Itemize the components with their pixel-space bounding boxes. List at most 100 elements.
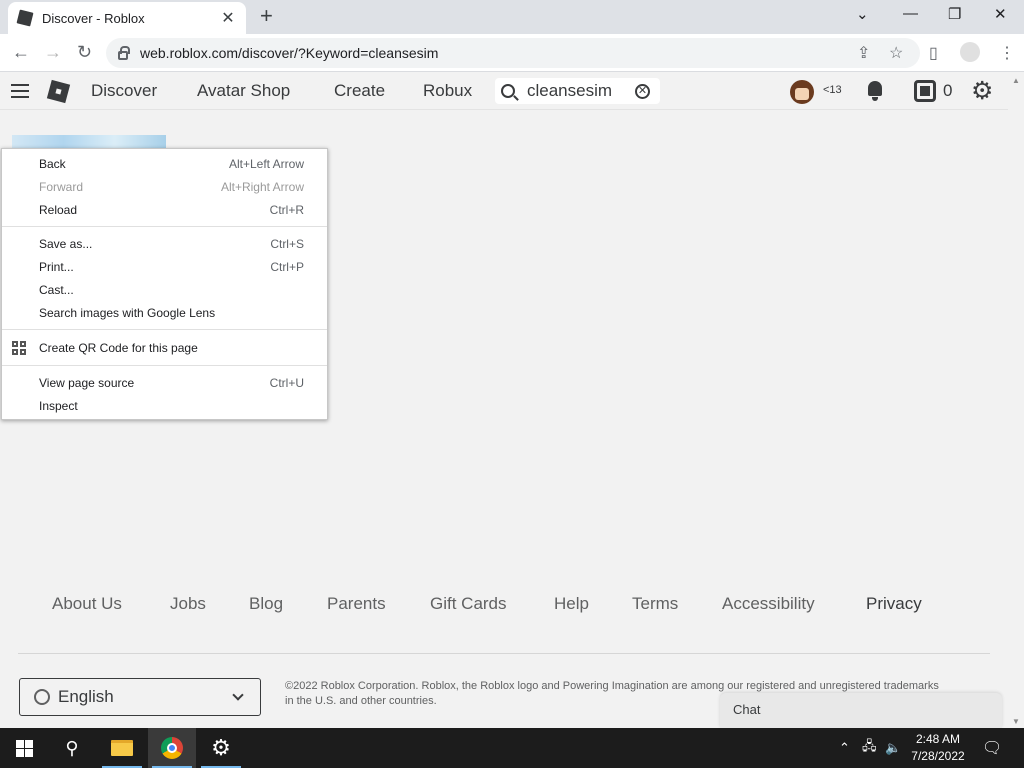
- menu-item-forward[interactable]: Forward Alt+Right Arrow: [2, 176, 327, 198]
- nav-discover[interactable]: Discover: [91, 81, 157, 101]
- avatar[interactable]: [790, 80, 814, 104]
- footer-link-blog[interactable]: Blog: [249, 594, 283, 614]
- windows-logo-icon: [15, 739, 33, 757]
- globe-icon: [34, 689, 50, 705]
- side-panel-icon[interactable]: ▯: [929, 43, 938, 63]
- file-explorer-icon[interactable]: [98, 728, 146, 768]
- menu-item-qr-code[interactable]: Create QR Code for this page: [2, 337, 327, 359]
- url-text: web.roblox.com/discover/?Keyword=cleanse…: [140, 45, 439, 61]
- footer-link-parents[interactable]: Parents: [327, 594, 386, 614]
- start-button[interactable]: [0, 728, 48, 768]
- windows-taskbar: ⚲ ⚙ ⌃ 🖧 🔈 2:48 AM 7/28/2022 🗨: [0, 728, 1024, 768]
- restore-button[interactable]: ❐: [948, 5, 961, 23]
- browser-menu-icon[interactable]: ⋮: [999, 43, 1015, 63]
- volume-icon[interactable]: 🔈: [885, 728, 901, 768]
- footer-link-privacy[interactable]: Privacy: [866, 594, 922, 614]
- address-bar[interactable]: web.roblox.com/discover/?Keyword=cleanse…: [106, 38, 920, 68]
- robux-count: 0: [943, 81, 953, 100]
- nav-robux[interactable]: Robux: [423, 81, 472, 101]
- page-scrollbar[interactable]: ▲ ▼: [1008, 72, 1024, 728]
- menu-item-label: View page source: [39, 376, 135, 390]
- share-icon[interactable]: ⇪: [857, 43, 870, 63]
- forward-arrow-icon[interactable]: →: [44, 42, 62, 62]
- search-input[interactable]: [527, 81, 635, 101]
- search-taskbar-icon[interactable]: ⚲: [48, 728, 96, 768]
- menu-item-label: Search images with Google Lens: [39, 306, 216, 320]
- menu-item-label: Print...: [39, 260, 74, 274]
- robux-icon[interactable]: [914, 80, 936, 102]
- menu-item-shortcut: Ctrl+U: [269, 376, 304, 390]
- menu-item-cast[interactable]: Cast...: [2, 279, 327, 301]
- menu-item-shortcut: Ctrl+S: [270, 237, 304, 251]
- menu-item-label: Forward: [39, 180, 84, 194]
- search-box: ✕: [495, 78, 660, 104]
- minimize-button[interactable]: —: [903, 5, 918, 22]
- close-window-button[interactable]: ✕: [994, 5, 1007, 23]
- menu-item-label: Back: [39, 157, 66, 171]
- roblox-logo-icon[interactable]: [46, 79, 71, 104]
- tab-search-chevron-icon[interactable]: ⌄: [856, 5, 869, 23]
- scroll-up-icon[interactable]: ▲: [1012, 76, 1020, 85]
- settings-taskbar-icon[interactable]: ⚙: [197, 728, 245, 768]
- footer-link-help[interactable]: Help: [554, 594, 589, 614]
- system-clock[interactable]: 2:48 AM 7/28/2022: [900, 731, 976, 765]
- notification-center-icon[interactable]: 🗨: [982, 728, 1002, 768]
- reload-icon[interactable]: ↻: [77, 42, 92, 62]
- network-icon[interactable]: 🖧: [862, 728, 877, 768]
- menu-item-reload[interactable]: Reload Ctrl+R: [2, 199, 327, 221]
- menu-item-shortcut: Alt+Left Arrow: [228, 157, 304, 171]
- footer-link-gift-cards[interactable]: Gift Cards: [430, 594, 507, 614]
- footer-divider: [18, 653, 990, 654]
- nav-create[interactable]: Create: [334, 81, 385, 101]
- roblox-header: Discover Avatar Shop Create Robux ✕ <13 …: [0, 72, 1024, 110]
- menu-item-label: Cast...: [39, 283, 74, 297]
- menu-item-shortcut: Ctrl+R: [269, 203, 304, 217]
- footer-link-accessibility[interactable]: Accessibility: [722, 594, 815, 614]
- scroll-down-icon[interactable]: ▼: [1012, 717, 1020, 726]
- notification-bell-icon[interactable]: [866, 81, 884, 101]
- qr-code-icon: [12, 341, 26, 355]
- chat-label: Chat: [733, 702, 761, 717]
- context-menu: Back Alt+Left Arrow Forward Alt+Right Ar…: [1, 148, 328, 420]
- browser-tab[interactable]: Discover - Roblox ✕: [8, 2, 246, 34]
- menu-item-shortcut: Alt+Right Arrow: [220, 180, 304, 194]
- menu-item-label: Reload: [39, 203, 78, 217]
- menu-item-label: Create QR Code for this page: [39, 341, 198, 355]
- menu-separator: [2, 226, 327, 227]
- browser-toolbar: ← → ↻ web.roblox.com/discover/?Keyword=c…: [0, 34, 1024, 72]
- menu-separator: [2, 329, 327, 330]
- menu-item-print[interactable]: Print... Ctrl+P: [2, 256, 327, 278]
- menu-item-save-as[interactable]: Save as... Ctrl+S: [2, 233, 327, 255]
- bookmark-star-icon[interactable]: ☆: [889, 43, 903, 63]
- chevron-down-icon: [232, 689, 244, 701]
- menu-item-back[interactable]: Back Alt+Left Arrow: [2, 153, 327, 175]
- clear-search-icon[interactable]: ✕: [635, 83, 650, 99]
- footer-link-terms[interactable]: Terms: [632, 594, 678, 614]
- menu-item-label: Save as...: [39, 237, 93, 251]
- new-tab-button[interactable]: +: [260, 5, 273, 27]
- clock-date: 7/28/2022: [911, 749, 965, 763]
- profile-icon[interactable]: [960, 42, 980, 62]
- search-icon[interactable]: [501, 84, 515, 98]
- lock-icon: [118, 45, 130, 60]
- hamburger-menu-icon[interactable]: [11, 84, 29, 98]
- menu-item-view-source[interactable]: View page source Ctrl+U: [2, 372, 327, 394]
- menu-item-label: Inspect: [39, 399, 78, 413]
- close-tab-icon[interactable]: ✕: [220, 8, 236, 28]
- browser-tab-strip: Discover - Roblox ✕ + ⌄ — ❐ ✕: [0, 0, 1024, 34]
- menu-item-inspect[interactable]: Inspect: [2, 395, 327, 417]
- back-arrow-icon[interactable]: ←: [12, 42, 30, 62]
- tray-chevron-icon[interactable]: ⌃: [839, 728, 850, 768]
- menu-item-google-lens[interactable]: Search images with Google Lens: [2, 302, 327, 324]
- language-value: English: [58, 687, 114, 706]
- language-select[interactable]: English: [19, 678, 261, 716]
- footer-link-about-us[interactable]: About Us: [52, 594, 122, 614]
- chrome-taskbar-icon[interactable]: [148, 728, 196, 768]
- clock-time: 2:48 AM: [915, 732, 961, 746]
- chat-panel[interactable]: Chat: [720, 693, 1002, 728]
- menu-item-shortcut: Ctrl+P: [270, 260, 304, 274]
- footer-link-jobs[interactable]: Jobs: [170, 594, 206, 614]
- settings-gear-icon[interactable]: ⚙: [971, 78, 993, 104]
- menu-separator: [2, 365, 327, 366]
- nav-avatar-shop[interactable]: Avatar Shop: [197, 81, 290, 101]
